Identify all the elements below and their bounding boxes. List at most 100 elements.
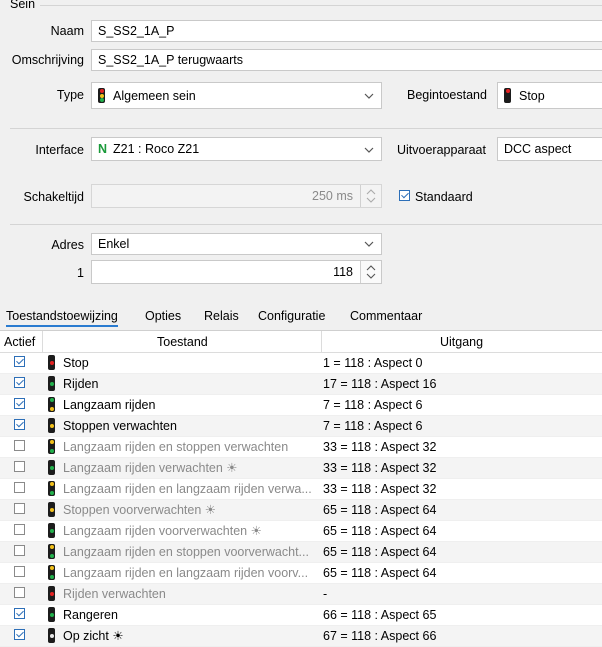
- tab-toestandstoewijzing[interactable]: Toestandstoewijzing: [6, 309, 118, 327]
- toestand-cell: Op zicht ☀: [48, 628, 320, 643]
- toestand-cell: Rijden verwachten: [48, 586, 320, 601]
- adres-select[interactable]: Enkel: [91, 233, 382, 255]
- spin-buttons[interactable]: [360, 261, 381, 283]
- table-row[interactable]: Langzaam rijden voorverwachten ☀ 65 = 118…: [0, 521, 602, 542]
- toestand-text: Langzaam rijden: [63, 397, 156, 412]
- tab-relais[interactable]: Relais: [204, 309, 239, 323]
- table-row[interactable]: Langzaam rijden verwachten ☀ 33 = 118 : A…: [0, 458, 602, 479]
- toestand-cell: Rangeren: [48, 607, 320, 622]
- table-row[interactable]: Langzaam rijden en stoppen voorverwacht.…: [0, 542, 602, 563]
- omschrijving-input[interactable]: S_SS2_1A_P terugwaarts: [91, 49, 602, 71]
- uitgang-text: 65 = 118 : Aspect 64: [323, 545, 437, 559]
- actief-checkbox[interactable]: [14, 461, 25, 472]
- table-row[interactable]: Langzaam rijden en langzaam rijden voorv…: [0, 563, 602, 584]
- actief-checkbox[interactable]: [14, 503, 25, 514]
- signal-lamp: [49, 424, 54, 428]
- actief-checkbox[interactable]: [14, 608, 25, 619]
- adres1-spinbox[interactable]: 118: [91, 260, 382, 284]
- table-row[interactable]: Langzaam rijden en langzaam rijden verwa…: [0, 479, 602, 500]
- tab-opties[interactable]: Opties: [145, 309, 181, 323]
- signal-icon: [48, 586, 55, 601]
- tab-commentaar[interactable]: Commentaar: [350, 309, 422, 323]
- toestand-text: Op zicht ☀: [63, 629, 124, 643]
- begintoestand-select[interactable]: Stop: [497, 82, 602, 109]
- signal-lamp: [49, 382, 54, 386]
- divider: [10, 128, 602, 129]
- chevron-down-icon: [364, 93, 374, 99]
- uitgang-text: 7 = 118 : Aspect 6: [323, 398, 423, 412]
- uitgang-text: 33 = 118 : Aspect 32: [323, 440, 437, 454]
- actief-checkbox[interactable]: [14, 398, 25, 409]
- table-row[interactable]: Langzaam rijden en stoppen verwachten 33 …: [0, 437, 602, 458]
- interface-select[interactable]: N Z21 : Roco Z21: [91, 137, 382, 161]
- header-actief[interactable]: Actief: [4, 335, 35, 349]
- signal-icon: [48, 502, 55, 517]
- uitgang-text: 17 = 118 : Aspect 16: [323, 377, 437, 391]
- type-label: Type: [56, 88, 84, 102]
- chevron-down-icon: [364, 241, 374, 247]
- tab-bar: Toestandstoewijzing Opties Relais Config…: [0, 306, 602, 331]
- table-row[interactable]: Stoppen voorverwachten ☀ 65 = 118 : Aspec…: [0, 500, 602, 521]
- tab-configuratie[interactable]: Configuratie: [258, 309, 325, 323]
- spin-arrows-icon: [366, 265, 376, 279]
- uitgang-text: 1 = 118 : Aspect 0: [323, 356, 423, 370]
- table-row[interactable]: Rijden 17 = 118 : Aspect 16: [0, 374, 602, 395]
- state-table: Actief Toestand Uitgang Stop 1 = 118 : As…: [0, 331, 602, 647]
- signal-lamp: [49, 407, 54, 411]
- table-row[interactable]: Op zicht ☀ 67 = 118 : Aspect 66: [0, 626, 602, 647]
- signal-lamp: [49, 508, 54, 512]
- schakeltijd-value: 250 ms: [312, 189, 353, 203]
- signal-lamp: [49, 529, 54, 533]
- toestand-cell: Langzaam rijden en stoppen voorverwacht.…: [48, 544, 320, 559]
- signal-lamp: [49, 440, 54, 444]
- check-icon: [401, 190, 409, 199]
- table-row[interactable]: Rangeren 66 = 118 : Aspect 65: [0, 605, 602, 626]
- actief-checkbox[interactable]: [14, 587, 25, 598]
- omschrijving-label: Omschrijving: [11, 53, 84, 67]
- table-row[interactable]: Langzaam rijden 7 = 118 : Aspect 6: [0, 395, 602, 416]
- signal-red-icon: [504, 88, 511, 103]
- header-uitgang[interactable]: Uitgang: [440, 335, 483, 349]
- naam-input[interactable]: S_SS2_1A_P: [91, 20, 602, 42]
- begintoestand-label: Begintoestand: [407, 88, 487, 102]
- table-row[interactable]: Stoppen verwachten 7 = 118 : Aspect 6: [0, 416, 602, 437]
- signal-icon: [48, 607, 55, 622]
- table-row[interactable]: Stop 1 = 118 : Aspect 0: [0, 353, 602, 374]
- type-select[interactable]: Algemeen sein: [91, 82, 382, 109]
- signal-lamp: [49, 613, 54, 617]
- table-row[interactable]: Rijden verwachten -: [0, 584, 602, 605]
- actief-checkbox[interactable]: [14, 545, 25, 556]
- toestand-text: Stoppen verwachten: [63, 418, 177, 433]
- toestand-cell: Langzaam rijden voorverwachten ☀: [48, 523, 320, 538]
- toestand-cell: Stop: [48, 355, 320, 370]
- actief-checkbox[interactable]: [14, 419, 25, 430]
- toestand-text: Langzaam rijden en stoppen verwachten: [63, 439, 289, 454]
- uitgang-text: 66 = 118 : Aspect 65: [323, 608, 437, 622]
- divider: [10, 224, 602, 225]
- signal-lamp: [49, 545, 54, 549]
- toestand-cell: Rijden: [48, 376, 320, 391]
- actief-checkbox[interactable]: [14, 356, 25, 367]
- signal-lamp: [49, 566, 54, 570]
- toestand-text: Rijden: [63, 376, 99, 391]
- spin-buttons: [360, 185, 381, 207]
- uitgang-text: 33 = 118 : Aspect 32: [323, 482, 437, 496]
- adres-value: Enkel: [98, 237, 130, 251]
- toestand-text: Stop: [63, 355, 89, 370]
- uitgang-text: 33 = 118 : Aspect 32: [323, 461, 437, 475]
- actief-checkbox[interactable]: [14, 629, 25, 640]
- header-toestand[interactable]: Toestand: [157, 335, 208, 349]
- standaard-checkbox[interactable]: [399, 190, 410, 201]
- signal-icon: [48, 439, 55, 454]
- adres1-value: 118: [333, 265, 353, 279]
- signal-icon: [48, 481, 55, 496]
- signal-lamp: [49, 466, 54, 470]
- actief-checkbox[interactable]: [14, 524, 25, 535]
- actief-checkbox[interactable]: [14, 377, 25, 388]
- actief-checkbox[interactable]: [14, 566, 25, 577]
- signal-lamp: [49, 398, 54, 402]
- signal-lamp: [49, 491, 54, 495]
- actief-checkbox[interactable]: [14, 482, 25, 493]
- actief-checkbox[interactable]: [14, 440, 25, 451]
- uitvoerapparaat-select[interactable]: DCC aspect: [497, 137, 602, 161]
